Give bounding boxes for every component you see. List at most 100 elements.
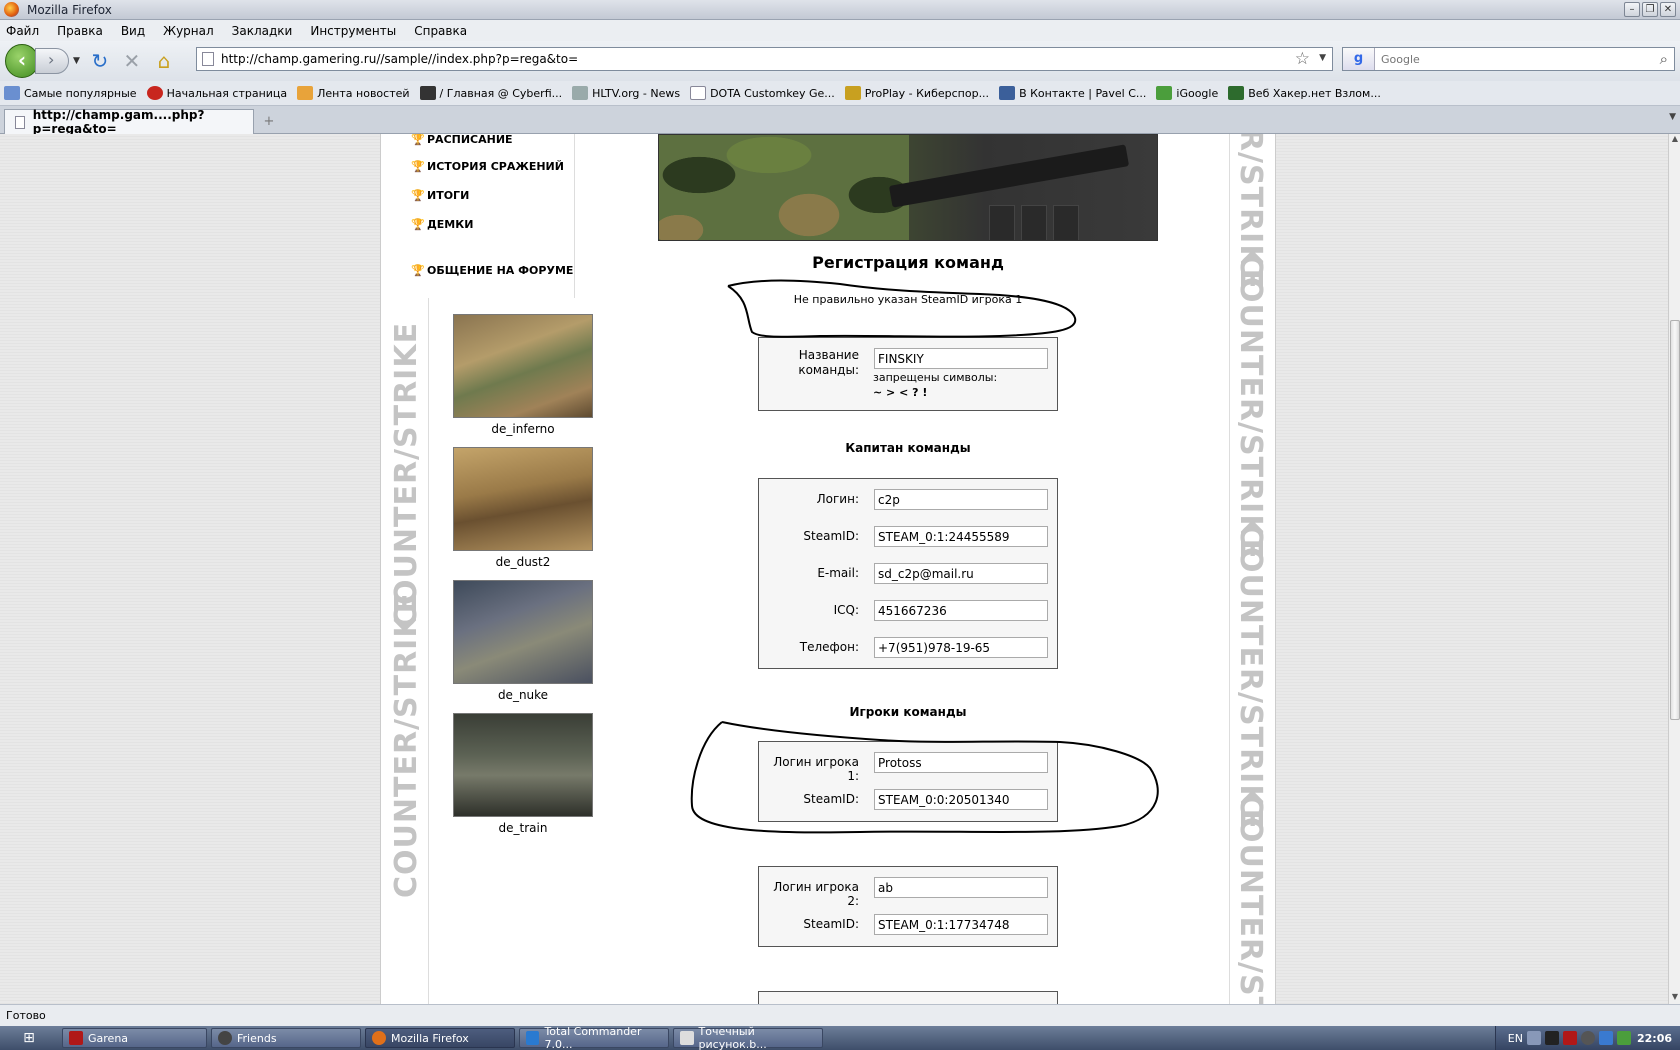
rss-feed-icon [297,86,314,100]
bookmark-item[interactable]: В Контакте | Pavel C... [999,86,1146,100]
cs-side-decoration: COUNTER/STRIKE COUNTER/STRIKE COUNTER/ST… [1229,134,1277,1004]
tray-expand-icon[interactable] [1526,1031,1541,1045]
map-de-dust2[interactable]: de_dust2 [453,447,593,569]
menu-history[interactable]: Журнал [163,24,214,38]
taskbar-button-total-commander[interactable]: Total Commander 7.0... [519,1025,669,1050]
map-de-inferno[interactable]: de_inferno [453,314,593,436]
volume-icon[interactable] [1616,1031,1631,1045]
reload-icon[interactable]: ↻ [87,48,113,74]
scroll-up-icon[interactable]: ▲ [1670,134,1680,146]
steam-tray-icon[interactable] [1580,1031,1595,1045]
player-3-box-partial [758,991,1058,1004]
menu-help[interactable]: Справка [414,24,467,38]
google-engine-icon[interactable]: g [1343,48,1375,70]
bookmark-item[interactable]: DOTA Customkey Ge... [690,86,835,100]
captain-steamid-input[interactable] [874,526,1048,547]
bookmark-item[interactable]: Начальная страница [146,86,287,100]
home-icon[interactable]: ⌂ [151,48,177,74]
page-icon [15,115,25,129]
map-de-nuke[interactable]: de_nuke [453,580,593,702]
url-text[interactable]: http://champ.gamering.ru//sample//index.… [221,52,578,66]
map-name: de_nuke [497,688,549,702]
taskbar-button-friends[interactable]: Friends [211,1028,361,1048]
captain-login-input[interactable] [874,489,1048,510]
player-1-login-input[interactable] [874,752,1048,773]
status-text: Готово [6,1009,46,1022]
search-icon[interactable]: ⌕ [1660,50,1668,68]
map-de-train[interactable]: de_train [453,713,593,835]
cs-logo-text: COUNTER/STRIKE [389,321,424,628]
cs-logo-text: COUNTER/STRIKE [1233,254,1268,561]
tray-app-icon[interactable] [1544,1031,1559,1045]
menu-view[interactable]: Вид [121,24,145,38]
bookmark-item[interactable]: Лента новостей [297,86,410,100]
trophy-icon: 🏆 [411,263,425,277]
team-name-input[interactable] [874,348,1048,369]
menu-link-schedule[interactable]: 🏆 РАСПИСАНИЕ [411,134,513,146]
site-container: 🏆 РАСПИСАНИЕ 🏆 ИСТОРИЯ СРАЖЕНИЙ 🏆 ИТОГИ 🏆 ДЕ… [380,134,1276,1004]
player-2-steamid-input[interactable] [874,914,1048,935]
taskbar-button-paint[interactable]: Точечный рисунок.b... [673,1025,823,1050]
menu-link-results[interactable]: 🏆 ИТОГИ [411,189,469,202]
menu-edit[interactable]: Правка [57,24,103,38]
bookmark-item[interactable]: / Главная @ Cyberfi... [419,86,562,100]
bookmark-item[interactable]: HLTV.org - News [572,86,680,100]
history-dropdown-icon[interactable]: ▼ [73,56,80,66]
map-thumbnail[interactable] [453,447,593,551]
tab-list-dropdown-icon[interactable]: ▼ [1669,112,1676,122]
map-name: de_dust2 [495,555,551,569]
captain-email-input[interactable] [874,563,1048,584]
total-commander-icon [526,1031,540,1045]
menu-file[interactable]: Файл [6,24,39,38]
player-2-login-input[interactable] [874,877,1048,898]
forward-button[interactable]: › [35,48,69,74]
scrollbar-thumb[interactable] [1670,320,1680,720]
maximize-button[interactable]: ❐ [1642,2,1658,17]
vertical-scrollbar[interactable]: ▲ ▼ [1668,134,1680,1004]
tab-label: http://champ.gam....php?p=rega&to= [32,108,205,136]
team-name-label: Название команды: [798,348,859,377]
back-button[interactable]: ‹ [5,44,39,78]
scroll-down-icon[interactable]: ▼ [1670,992,1680,1004]
map-thumbnail[interactable] [453,713,593,817]
close-button[interactable]: ✕ [1660,2,1676,17]
form-title: Регистрация команд [812,253,1004,272]
taskbar-button-garena[interactable]: Garena [62,1028,207,1048]
bookmark-item[interactable]: iGoogle [1156,86,1218,100]
bookmark-icon [572,86,589,100]
menu-link-demos[interactable]: 🏆 ДЕМКИ [411,218,473,231]
new-tab-button[interactable]: + [258,112,280,132]
captain-icq-input[interactable] [874,600,1048,621]
menu-bookmarks[interactable]: Закладки [232,24,293,38]
cs-logo-text: COUNTER/STRIKE [1233,524,1268,831]
search-box[interactable]: g ⌕ [1342,47,1675,71]
tab-active[interactable]: http://champ.gam....php?p=rega&to= [4,108,254,136]
menu-tools[interactable]: Инструменты [310,24,396,38]
bookmark-item[interactable]: Веб Хакер.нет Взлом... [1228,86,1381,100]
taskbar: ⊞ Garena Friends Mozilla Firefox Total C… [0,1025,1680,1050]
language-indicator[interactable]: EN [1508,1032,1523,1045]
search-input[interactable] [1375,49,1635,69]
menu-link-forum[interactable]: 🏆 ОБЩЕНИЕ НА ФОРУМЕ [411,264,573,277]
cs-logo-text: COUNTER/STRIKE [1233,794,1268,1004]
minimize-button[interactable]: – [1624,2,1640,17]
taskbar-button-firefox[interactable]: Mozilla Firefox [365,1028,515,1048]
start-button[interactable]: ⊞ [14,1026,44,1050]
stop-icon[interactable]: ✕ [119,48,145,74]
bookmark-item[interactable]: ProPlay - Киберспор... [844,86,989,100]
bookmark-icon [844,86,861,100]
map-thumbnail[interactable] [453,580,593,684]
url-bar[interactable]: http://champ.gamering.ru//sample//index.… [196,47,1333,71]
network-icon[interactable] [1598,1031,1613,1045]
player-1-steamid-input[interactable] [874,789,1048,810]
bookmark-item[interactable]: Самые популярные [4,86,137,100]
bookmark-star-icon[interactable]: ☆ [1295,49,1310,69]
window-title: Mozilla Firefox [27,2,112,17]
map-name: de_inferno [491,422,555,436]
tray-app-icon[interactable] [1562,1031,1577,1045]
bookmarks-toolbar: Самые популярные Начальная страница Лент… [0,81,1680,106]
map-thumbnail[interactable] [453,314,593,418]
captain-phone-input[interactable] [874,637,1048,658]
url-dropdown-icon[interactable]: ▼ [1319,53,1326,63]
menu-link-battle-history[interactable]: 🏆 ИСТОРИЯ СРАЖЕНИЙ [411,160,564,173]
